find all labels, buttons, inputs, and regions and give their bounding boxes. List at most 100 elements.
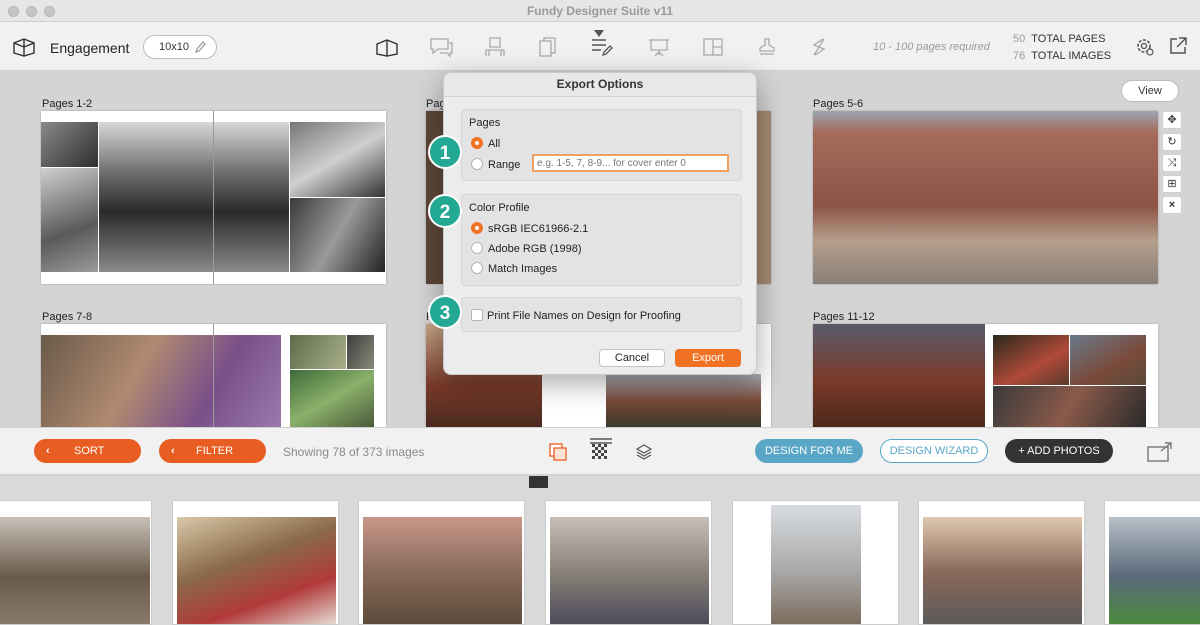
showing-count: Showing 78 of 373 images	[283, 445, 425, 459]
export-options-dialog: Export Options Pages All Range Color Pro…	[443, 72, 757, 375]
open-external-icon[interactable]	[1168, 36, 1188, 61]
add-photos-button[interactable]: + ADD PHOTOS	[1005, 439, 1113, 463]
spread-gutter	[213, 324, 214, 427]
shuffle-icon[interactable]: ⤨	[1162, 154, 1182, 172]
total-images-label: TOTAL IMAGES	[1031, 50, 1112, 62]
scroll-position-marker[interactable]	[529, 476, 548, 488]
sort-label: SORT	[74, 445, 105, 457]
cancel-button[interactable]: Cancel	[599, 349, 665, 367]
image-thumbnail[interactable]	[1104, 500, 1200, 625]
spread-pages-11-12[interactable]	[813, 324, 1158, 427]
photo[interactable]	[41, 122, 98, 167]
pages-group: Pages All Range	[461, 109, 742, 181]
photo[interactable]	[99, 122, 289, 272]
filter-button[interactable]: ‹ FILTER	[159, 439, 266, 463]
pages-range-label[interactable]: Range	[488, 159, 520, 171]
dialog-title: Export Options	[444, 73, 756, 97]
photo[interactable]	[993, 386, 1146, 427]
image-thumbnail[interactable]	[732, 500, 899, 625]
layers-icon[interactable]	[634, 442, 654, 467]
album-size-selector[interactable]: 10x10	[143, 35, 217, 59]
photo[interactable]	[41, 168, 98, 272]
grid-icon[interactable]: ⊞	[1162, 175, 1182, 193]
export-button[interactable]: Export	[675, 349, 741, 367]
sort-button[interactable]: ‹ SORT	[34, 439, 141, 463]
match-images-radio[interactable]	[471, 262, 483, 274]
rotate-icon[interactable]: ↻	[1162, 133, 1182, 151]
spread-label: Pages 7-8	[42, 311, 93, 323]
photo[interactable]	[290, 198, 385, 272]
pencil-icon	[194, 40, 206, 57]
photo[interactable]	[813, 324, 985, 427]
move-icon[interactable]: ✥	[1162, 111, 1182, 129]
srgb-radio[interactable]	[471, 222, 483, 234]
toolbar: Engagement 10x10 10 - 100 pages required…	[0, 22, 1200, 71]
total-pages-count: 50	[1013, 33, 1026, 45]
pages-all-label[interactable]: All	[488, 138, 500, 150]
total-pages-label: TOTAL PAGES	[1031, 33, 1106, 45]
pages-group-title: Pages	[469, 117, 501, 129]
stacked-photos-icon[interactable]	[548, 442, 568, 467]
view-button[interactable]: View	[1121, 80, 1179, 102]
photo[interactable]	[347, 335, 374, 369]
card-icon[interactable]	[535, 34, 561, 60]
pages-range-radio[interactable]	[471, 158, 483, 170]
photo[interactable]	[290, 122, 385, 197]
spread-pages-7-8[interactable]	[41, 324, 386, 427]
design-for-me-button[interactable]: DESIGN FOR ME	[755, 439, 863, 463]
step-badge-3: 3	[428, 295, 462, 329]
color-profile-group: Color Profile sRGB IEC61966-2.1 Adobe RG…	[461, 194, 742, 286]
wall-art-icon[interactable]	[482, 34, 508, 60]
total-pages-stat: 50 TOTAL PAGES	[1013, 33, 1105, 45]
spread-label: Pages 11-12	[813, 311, 875, 323]
photo[interactable]	[813, 111, 1158, 284]
total-images-count: 76	[1013, 50, 1026, 62]
match-images-label[interactable]: Match Images	[488, 263, 557, 275]
total-images-stat: 76 TOTAL IMAGES	[1013, 50, 1111, 62]
expand-bin-icon[interactable]	[1146, 441, 1174, 468]
page-range-input[interactable]	[532, 154, 729, 172]
settings-gear-icon[interactable]	[1135, 37, 1155, 62]
slideshow-icon[interactable]	[806, 34, 832, 60]
image-bin	[0, 476, 1200, 625]
image-thumbnail[interactable]	[0, 500, 152, 625]
design-wizard-button[interactable]: DESIGN WIZARD	[880, 439, 988, 463]
image-thumbnail[interactable]	[172, 500, 339, 625]
print-file-names-checkbox[interactable]	[471, 309, 483, 321]
adobe-rgb-radio[interactable]	[471, 242, 483, 254]
proofing-chat-icon[interactable]	[428, 34, 454, 60]
layout-icon[interactable]	[700, 34, 726, 60]
app-window: Fundy Designer Suite v11 Engagement 10x1…	[0, 0, 1200, 625]
spread-pages-1-2[interactable]	[41, 111, 386, 284]
image-thumbnail[interactable]	[545, 500, 712, 625]
step-badge-2: 2	[428, 194, 462, 228]
filter-label: FILTER	[196, 445, 234, 457]
album-icon[interactable]	[12, 35, 36, 62]
album-name[interactable]: Engagement	[50, 40, 129, 56]
print-file-names-label[interactable]: Print File Names on Design for Proofing	[487, 310, 681, 322]
close-icon[interactable]: ×	[1162, 196, 1182, 214]
pages-all-radio[interactable]	[471, 137, 483, 149]
title-bar: Fundy Designer Suite v11	[0, 0, 1200, 22]
stamp-icon[interactable]	[754, 34, 780, 60]
photo[interactable]	[1070, 335, 1146, 385]
photo[interactable]	[41, 335, 281, 427]
photo[interactable]	[993, 335, 1069, 385]
image-thumbnail[interactable]	[918, 500, 1085, 625]
adobe-rgb-label[interactable]: Adobe RGB (1998)	[488, 243, 582, 255]
chevron-left-icon: ‹	[46, 445, 50, 457]
presentation-icon[interactable]	[646, 34, 672, 60]
photo[interactable]	[290, 335, 346, 369]
window-title: Fundy Designer Suite v11	[526, 4, 674, 18]
srgb-label[interactable]: sRGB IEC61966-2.1	[488, 223, 588, 235]
checker-grid-icon[interactable]	[590, 442, 610, 467]
image-thumbnail[interactable]	[358, 500, 525, 625]
photo[interactable]	[606, 374, 761, 427]
photo[interactable]	[290, 370, 374, 427]
color-profile-title: Color Profile	[469, 202, 530, 214]
spread-pages-5-6[interactable]	[813, 111, 1158, 284]
album-size-label: 10x10	[159, 41, 189, 53]
album-mode-icon[interactable]	[374, 34, 400, 60]
chevron-left-icon: ‹	[171, 445, 175, 457]
design-tools-icon[interactable]	[589, 34, 615, 60]
